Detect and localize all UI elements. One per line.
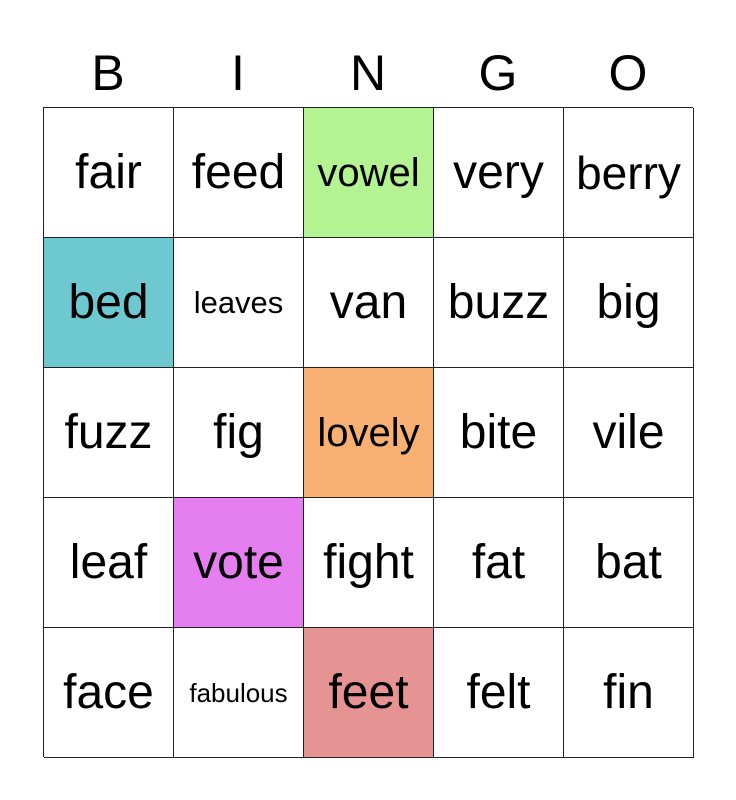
cell-word: van: [329, 275, 408, 329]
cell-word: fuzz: [64, 405, 153, 459]
bingo-cell[interactable]: vote: [174, 498, 304, 628]
bingo-cell[interactable]: felt: [434, 628, 564, 758]
bingo-cell[interactable]: leaf: [44, 498, 174, 628]
header-letter-b: B: [91, 45, 125, 101]
bingo-cell[interactable]: face: [44, 628, 174, 758]
bingo-cell[interactable]: fin: [564, 628, 694, 758]
cell-word: leaf: [69, 535, 148, 589]
cell-word: bat: [595, 535, 662, 589]
bingo-cell[interactable]: bite: [434, 368, 564, 498]
header-letter-i: I: [231, 45, 245, 101]
cell-word: vote: [193, 535, 284, 589]
bingo-cell[interactable]: berry: [564, 108, 694, 238]
bingo-cell[interactable]: lovely: [304, 368, 434, 498]
cell-word: fair: [75, 145, 142, 199]
cell-word: fig: [213, 405, 264, 459]
cell-word: face: [63, 665, 154, 719]
bingo-cell[interactable]: vile: [564, 368, 694, 498]
cell-word: fight: [323, 535, 414, 589]
bingo-cell[interactable]: fig: [174, 368, 304, 498]
bingo-header: B I N G O: [43, 42, 693, 104]
cell-word: big: [596, 275, 661, 329]
bingo-cell[interactable]: big: [564, 238, 694, 368]
cell-word: bed: [68, 275, 149, 329]
cell-word: leaves: [193, 285, 284, 320]
cell-word: vowel: [317, 150, 420, 195]
cell-word: fin: [603, 665, 654, 719]
cell-word: fabulous: [189, 677, 288, 708]
cell-word: lovely: [317, 410, 420, 455]
bingo-cell[interactable]: van: [304, 238, 434, 368]
bingo-cell[interactable]: feet: [304, 628, 434, 758]
cell-word: felt: [466, 665, 531, 719]
cell-word: feed: [191, 145, 286, 199]
bingo-cell[interactable]: fat: [434, 498, 564, 628]
bingo-cell[interactable]: vowel: [304, 108, 434, 238]
bingo-cell[interactable]: feed: [174, 108, 304, 238]
bingo-cell[interactable]: bat: [564, 498, 694, 628]
bingo-cell[interactable]: fight: [304, 498, 434, 628]
cell-word: berry: [576, 146, 681, 199]
cell-word: fat: [471, 535, 526, 589]
bingo-cell[interactable]: fair: [44, 108, 174, 238]
bingo-cell[interactable]: buzz: [434, 238, 564, 368]
bingo-card-grid: fair feed vowel very berry bed leaves van buzz bi…: [43, 107, 694, 758]
bingo-cell[interactable]: fabulous: [174, 628, 304, 758]
header-letter-n: N: [349, 45, 387, 101]
bingo-cell[interactable]: leaves: [174, 238, 304, 368]
cell-word: feet: [328, 665, 409, 719]
cell-word: bite: [459, 405, 538, 459]
header-letter-g: G: [478, 45, 518, 101]
bingo-cell[interactable]: fuzz: [44, 368, 174, 498]
bingo-cell[interactable]: bed: [44, 238, 174, 368]
cell-word: vile: [592, 405, 665, 459]
bingo-cell[interactable]: very: [434, 108, 564, 238]
cell-word: buzz: [447, 275, 550, 329]
cell-word: very: [453, 145, 544, 199]
header-letter-o: O: [608, 45, 648, 101]
